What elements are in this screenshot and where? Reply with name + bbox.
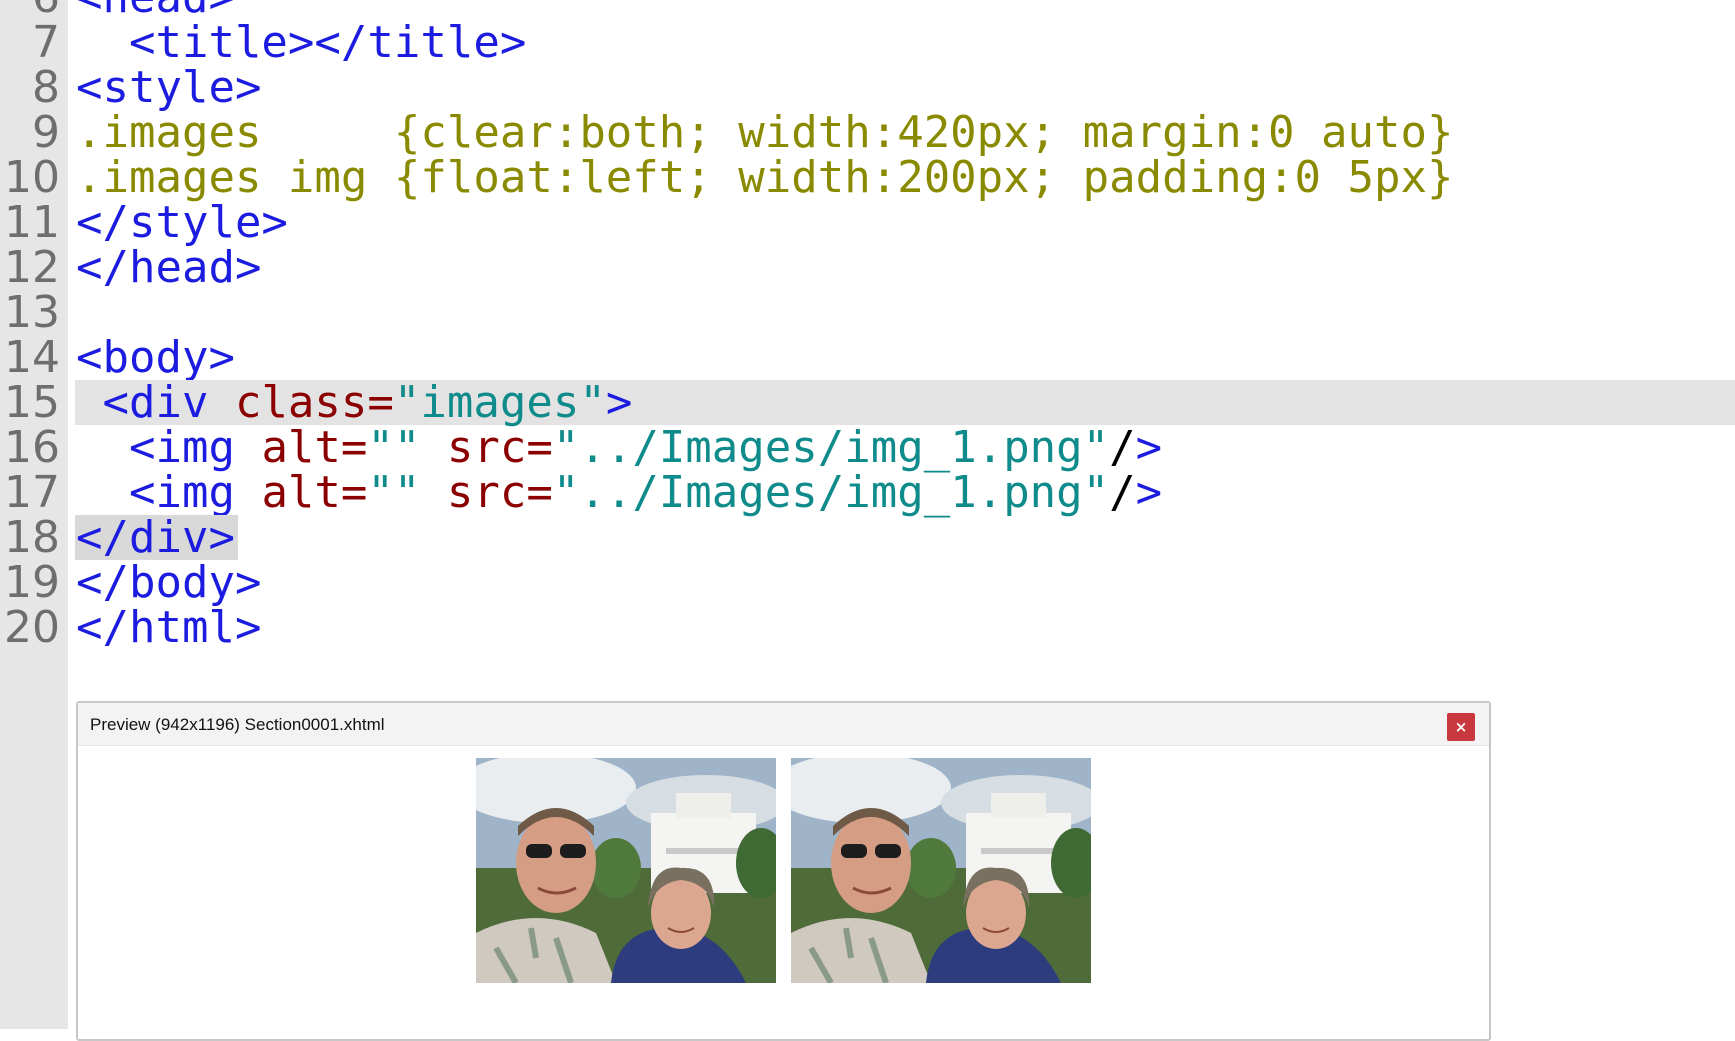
- code-token: /: [1109, 467, 1136, 518]
- code-token: >: [1135, 467, 1163, 518]
- code-token: >: [605, 377, 633, 428]
- code-token: /: [1109, 422, 1136, 473]
- line-number: 9: [32, 107, 60, 158]
- code-token: class=: [234, 377, 394, 428]
- line-number: 16: [4, 422, 60, 473]
- code-token: >: [1135, 422, 1163, 473]
- code-text[interactable]: <title></title>: [76, 20, 526, 65]
- line-number: 12: [4, 242, 60, 293]
- code-line[interactable]: 13: [0, 290, 1735, 335]
- code-text[interactable]: <body>: [76, 335, 235, 380]
- code-token: alt=: [261, 467, 368, 518]
- code-text[interactable]: <style>: [76, 65, 261, 110]
- code-line[interactable]: 15 <div class="images">: [0, 380, 1735, 425]
- code-text[interactable]: .images {clear:both; width:420px; margin…: [76, 110, 1454, 155]
- code-token: </style>: [76, 197, 288, 248]
- code-token: </div>: [76, 512, 235, 563]
- preview-panel: Preview (942x1196) Section0001.xhtml ×: [76, 701, 1491, 1041]
- code-text[interactable]: </body>: [76, 560, 261, 605]
- code-line[interactable]: 7 <title></title>: [0, 20, 1735, 65]
- code-token: <img: [76, 422, 262, 473]
- code-line[interactable]: 12 </head>: [0, 245, 1735, 290]
- code-line[interactable]: 9 .images {clear:both; width:420px; margi…: [0, 110, 1735, 155]
- code-token: <img: [76, 467, 262, 518]
- code-token: "": [367, 467, 447, 518]
- code-token: .images img {float:left; width:200px; pa…: [76, 152, 1454, 203]
- line-number: 11: [4, 197, 60, 248]
- code-line[interactable]: 19 </body>: [0, 560, 1735, 605]
- code-token: alt=: [261, 422, 368, 473]
- code-token: </body>: [76, 557, 262, 608]
- code-token: <body>: [76, 332, 235, 383]
- code-text[interactable]: </style>: [76, 200, 288, 245]
- code-text[interactable]: </html>: [76, 605, 261, 650]
- line-number: 7: [32, 17, 60, 68]
- line-number: 14: [4, 332, 60, 383]
- code-text[interactable]: </head>: [76, 245, 261, 290]
- code-token: src=: [446, 422, 553, 473]
- code-line[interactable]: 18 </div>: [0, 515, 1735, 560]
- code-text[interactable]: </div>: [76, 515, 235, 560]
- code-token: <div: [76, 377, 235, 428]
- code-editor[interactable]: 6<head>7 <title></title>8<style>9.images…: [0, 0, 1735, 650]
- code-line[interactable]: 11 </style>: [0, 200, 1735, 245]
- preview-header: Preview (942x1196) Section0001.xhtml ×: [78, 703, 1489, 746]
- line-number: 19: [4, 557, 60, 608]
- code-token: "../Images/img_1.png": [552, 467, 1110, 518]
- code-line[interactable]: 16 <img alt="" src="../Images/img_1.png"…: [0, 425, 1735, 470]
- code-line[interactable]: 17 <img alt="" src="../Images/img_1.png"…: [0, 470, 1735, 515]
- code-text[interactable]: <img alt="" src="../Images/img_1.png"/>: [76, 470, 1162, 515]
- code-token: <style>: [76, 62, 262, 113]
- code-line[interactable]: 14 <body>: [0, 335, 1735, 380]
- code-token: </html>: [76, 602, 262, 653]
- line-number: 20: [4, 602, 60, 653]
- code-line[interactable]: 8 <style>: [0, 65, 1735, 110]
- code-token: <title></title>: [76, 17, 527, 68]
- code-token: src=: [446, 467, 553, 518]
- code-text[interactable]: .images img {float:left; width:200px; pa…: [76, 155, 1454, 200]
- code-token: .images {clear:both; width:420px; margin…: [76, 107, 1454, 158]
- code-line[interactable]: 10 .images img {float:left; width:200px; …: [0, 155, 1735, 200]
- close-preview-button[interactable]: ×: [1447, 713, 1475, 741]
- code-token: </head>: [76, 242, 262, 293]
- line-number: 18: [4, 512, 60, 563]
- code-text[interactable]: <img alt="" src="../Images/img_1.png"/>: [76, 425, 1162, 470]
- preview-image-2: [791, 758, 1091, 983]
- preview-title: Preview (942x1196) Section0001.xhtml: [90, 715, 385, 734]
- code-token: "": [367, 422, 447, 473]
- line-number: 17: [4, 467, 60, 518]
- line-number: 15: [4, 377, 60, 428]
- code-token: "images": [393, 377, 606, 428]
- line-number: 8: [32, 62, 60, 113]
- line-number: 13: [4, 287, 60, 338]
- code-token: "../Images/img_1.png": [552, 422, 1110, 473]
- code-line[interactable]: 20 </html>: [0, 605, 1735, 650]
- code-text[interactable]: <div class="images">: [76, 380, 632, 425]
- preview-image-1: [476, 758, 776, 983]
- line-number: 10: [4, 152, 60, 203]
